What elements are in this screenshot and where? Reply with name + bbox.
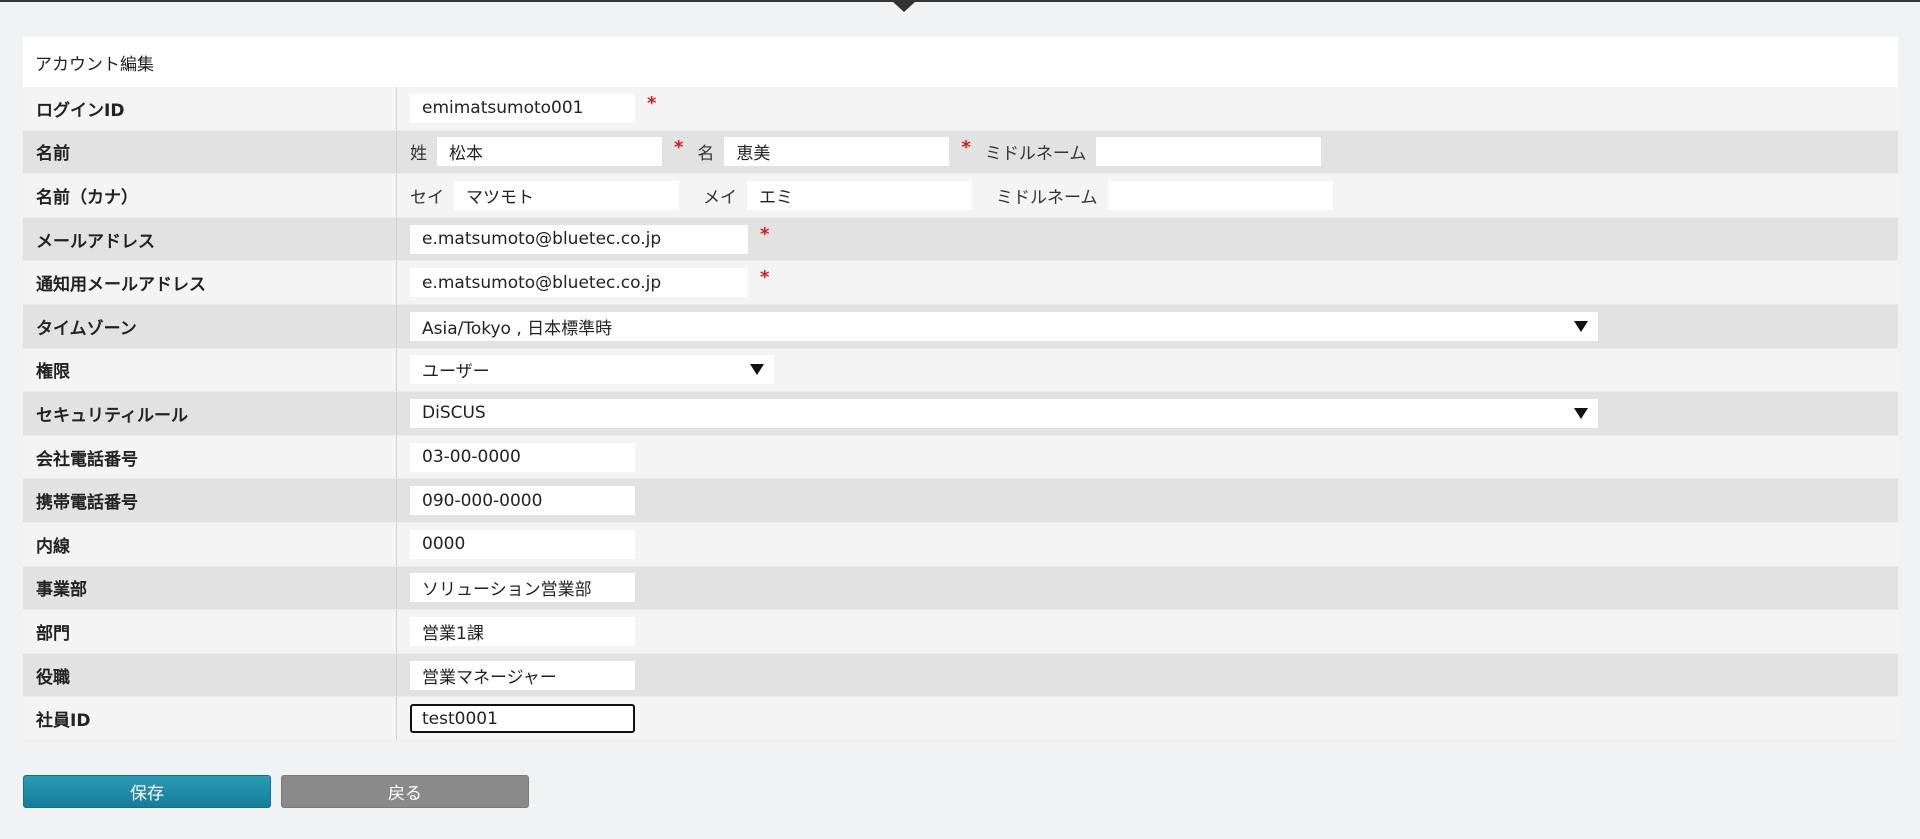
- role-select[interactable]: ユーザー: [410, 355, 774, 385]
- required-mark: *: [647, 93, 657, 114]
- security-rule-cell: DiSCUS: [397, 392, 1898, 435]
- row-department: 部門 営業1課: [23, 610, 1898, 654]
- login-id-input[interactable]: emimatsumoto001: [410, 93, 635, 123]
- row-role: 権限 ユーザー: [23, 348, 1898, 393]
- save-button[interactable]: 保存: [23, 775, 271, 808]
- name-label: 名前: [23, 130, 397, 174]
- row-email: メールアドレス e.matsumoto@bluetec.co.jp *: [23, 217, 1898, 262]
- top-bar: [0, 0, 1920, 2]
- role-cell: ユーザー: [397, 349, 1898, 392]
- division-label: 事業部: [23, 566, 397, 610]
- department-label: 部門: [23, 610, 397, 653]
- employee-id-input[interactable]: test0001: [410, 704, 635, 734]
- row-office-phone: 会社電話番号 03-00-0000: [23, 435, 1898, 480]
- role-selected-value: ユーザー: [422, 362, 490, 383]
- office-phone-cell: 03-00-0000: [397, 436, 1898, 479]
- mobile-phone-input[interactable]: 090-000-0000: [410, 486, 635, 516]
- position-input[interactable]: 営業マネージャー: [410, 660, 635, 690]
- account-edit-panel: アカウント編集 ログインID emimatsumoto001 * 名前 姓 松本…: [23, 37, 1898, 741]
- row-name-kana: 名前（カナ） セイ マツモト メイ エミ ミドルネーム: [23, 174, 1898, 218]
- security-rule-label: セキュリティルール: [23, 392, 397, 435]
- employee-id-cell: test0001: [397, 697, 1898, 740]
- notify-email-label: 通知用メールアドレス: [23, 261, 397, 304]
- name-kana-label: 名前（カナ）: [23, 174, 397, 217]
- name-cell: 姓 松本 * 名 恵美 * ミドルネーム: [397, 131, 1898, 174]
- required-mark: *: [760, 223, 770, 245]
- row-employee-id: 社員ID test0001: [23, 697, 1898, 741]
- security-rule-selected-value: DiSCUS: [422, 403, 486, 424]
- position-label: 役職: [23, 653, 397, 697]
- form-rows: ログインID emimatsumoto001 * 名前 姓 松本 * 名 恵美 …: [23, 87, 1898, 741]
- division-cell: ソリューション営業部: [397, 567, 1898, 610]
- back-button[interactable]: 戻る: [281, 775, 529, 808]
- row-name: 名前 姓 松本 * 名 恵美 * ミドルネーム: [23, 130, 1898, 175]
- timezone-select[interactable]: Asia/Tokyo , 日本標準時: [410, 311, 1598, 341]
- last-name-kana-label: セイ: [410, 187, 444, 208]
- department-cell: 営業1課: [397, 610, 1898, 653]
- mobile-phone-label: 携帯電話番号: [23, 479, 397, 522]
- required-mark: *: [760, 267, 770, 289]
- extension-label: 内線: [23, 522, 397, 566]
- required-mark: *: [674, 136, 684, 158]
- middle-name-kana-input[interactable]: [1107, 180, 1333, 210]
- first-name-kana-label: メイ: [703, 187, 737, 208]
- security-rule-select[interactable]: DiSCUS: [410, 398, 1598, 428]
- top-bar-pointer: [893, 2, 915, 12]
- notify-email-cell: e.matsumoto@bluetec.co.jp *: [397, 261, 1898, 304]
- middle-name-label: ミドルネーム: [984, 144, 1087, 165]
- role-label: 権限: [23, 348, 397, 392]
- position-cell: 営業マネージャー: [397, 654, 1898, 697]
- login-id-cell: emimatsumoto001 *: [397, 87, 1898, 130]
- caret-down-icon: [750, 364, 764, 376]
- middle-name-kana-label: ミドルネーム: [996, 187, 1098, 208]
- email-input[interactable]: e.matsumoto@bluetec.co.jp: [410, 224, 748, 254]
- row-notify-email: 通知用メールアドレス e.matsumoto@bluetec.co.jp *: [23, 261, 1898, 305]
- row-extension: 内線 0000: [23, 522, 1898, 567]
- timezone-label: タイムゾーン: [23, 304, 397, 348]
- first-name-label: 名: [697, 144, 715, 165]
- required-mark: *: [961, 136, 971, 158]
- panel-title: アカウント編集: [23, 37, 1898, 87]
- extension-input[interactable]: 0000: [410, 529, 635, 559]
- mobile-phone-cell: 090-000-0000: [397, 479, 1898, 522]
- login-id-label: ログインID: [23, 87, 397, 130]
- last-name-label: 姓: [410, 144, 427, 165]
- email-cell: e.matsumoto@bluetec.co.jp *: [397, 218, 1898, 261]
- first-name-input[interactable]: 恵美: [724, 137, 950, 167]
- row-login-id: ログインID emimatsumoto001 *: [23, 87, 1898, 131]
- name-kana-cell: セイ マツモト メイ エミ ミドルネーム: [397, 174, 1898, 217]
- row-timezone: タイムゾーン Asia/Tokyo , 日本標準時: [23, 304, 1898, 349]
- office-phone-input[interactable]: 03-00-0000: [410, 442, 635, 472]
- department-input[interactable]: 営業1課: [410, 616, 635, 646]
- caret-down-icon: [1574, 407, 1588, 419]
- timezone-selected-value: Asia/Tokyo , 日本標準時: [422, 318, 613, 339]
- division-input[interactable]: ソリューション営業部: [410, 573, 635, 603]
- employee-id-label: 社員ID: [23, 697, 397, 740]
- last-name-input[interactable]: 松本: [437, 137, 662, 167]
- notify-email-input[interactable]: e.matsumoto@bluetec.co.jp: [410, 268, 748, 298]
- timezone-cell: Asia/Tokyo , 日本標準時: [397, 305, 1898, 348]
- office-phone-label: 会社電話番号: [23, 435, 397, 479]
- email-label: メールアドレス: [23, 217, 397, 261]
- last-name-kana-input[interactable]: マツモト: [454, 180, 679, 210]
- row-position: 役職 営業マネージャー: [23, 653, 1898, 698]
- row-division: 事業部 ソリューション営業部: [23, 566, 1898, 611]
- extension-cell: 0000: [397, 523, 1898, 566]
- row-security-rule: セキュリティルール DiSCUS: [23, 392, 1898, 436]
- caret-down-icon: [1574, 320, 1588, 332]
- row-mobile-phone: 携帯電話番号 090-000-0000: [23, 479, 1898, 523]
- middle-name-input[interactable]: [1096, 137, 1322, 167]
- first-name-kana-input[interactable]: エミ: [747, 180, 972, 210]
